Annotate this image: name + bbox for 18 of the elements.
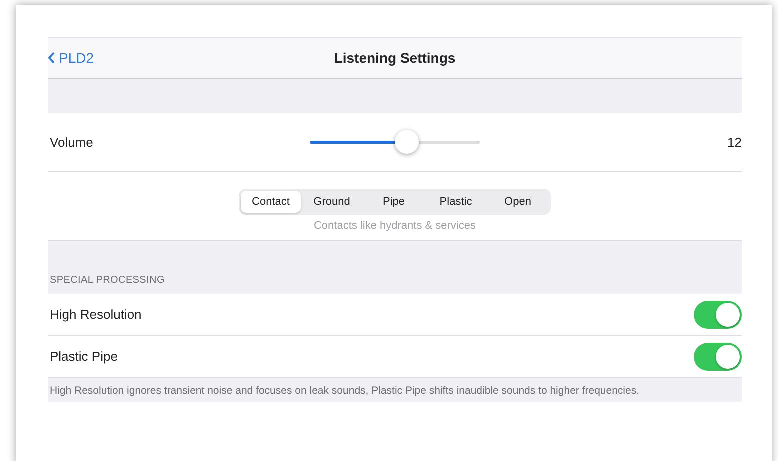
setting-label: High Resolution xyxy=(50,307,143,322)
segment-tab[interactable]: Ground xyxy=(301,191,363,213)
setting-label: Plastic Pipe xyxy=(50,349,119,364)
volume-reading: 12 xyxy=(728,134,742,150)
screen-title: Listening Settings xyxy=(334,50,456,66)
segment-tab[interactable]: Pipe xyxy=(363,191,425,213)
segment-tab[interactable]: Plastic xyxy=(425,191,487,213)
toggle-switch[interactable] xyxy=(694,300,742,328)
section-footer: High Resolution ignores transient noise and focuses on leak sounds, Plastic Pipe shifts inaudible sounds to higher frequencies. xyxy=(50,385,640,397)
section-header: SPECIAL PROCESSING xyxy=(50,275,165,286)
segment-hint: Contacts like hydrants & services xyxy=(314,220,476,232)
slider-thumb[interactable] xyxy=(394,130,419,154)
segment-tab[interactable]: Open xyxy=(487,191,549,213)
volume-label: Volume xyxy=(49,134,94,150)
back-button[interactable]: PLD2 xyxy=(48,50,94,66)
toggle-switch[interactable] xyxy=(694,342,742,370)
segment-tab[interactable]: Contact xyxy=(241,191,301,213)
chevron-icon xyxy=(48,52,55,64)
